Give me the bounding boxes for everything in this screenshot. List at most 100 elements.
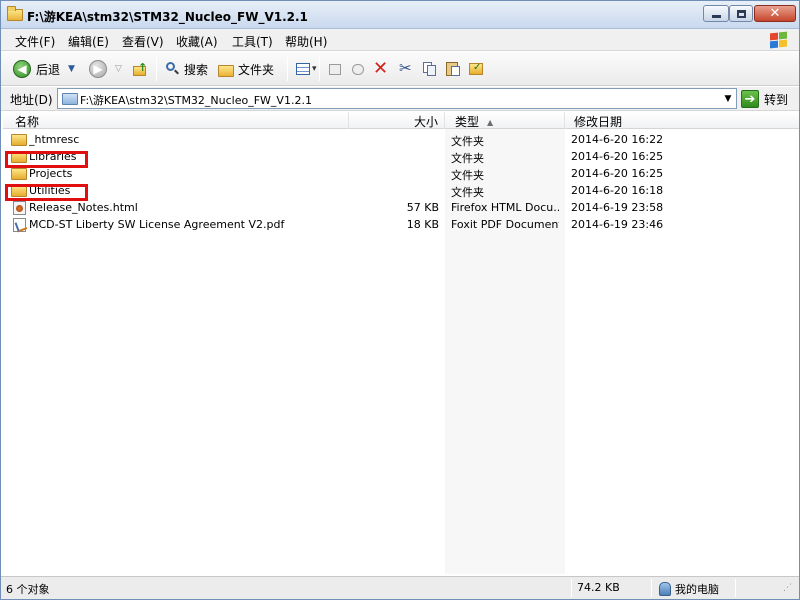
file-type: 文件夹 — [451, 152, 484, 165]
list-item[interactable]: Libraries 文件夹 2014-6-20 16:25 — [3, 148, 799, 165]
maximize-button[interactable] — [729, 5, 753, 22]
properties-button[interactable]: ✓ — [468, 59, 484, 79]
back-history-dropdown[interactable]: ▼ — [68, 59, 75, 79]
paste-icon — [445, 61, 461, 77]
menu-edit[interactable]: 编辑(E) — [68, 33, 109, 50]
html-file-icon — [13, 201, 26, 215]
folder-up-icon: ↑ — [132, 61, 148, 77]
address-path: F:\游KEA\stm32\STM32_Nucleo_FW_V1.2.1 — [80, 94, 312, 107]
search-label: 搜索 — [184, 62, 209, 77]
close-button[interactable]: ✕ — [754, 5, 796, 22]
column-header-type[interactable]: 类型 ▲ — [445, 112, 565, 129]
list-item[interactable]: _htmresc 文件夹 2014-6-20 16:22 — [3, 131, 799, 148]
up-folder-button[interactable]: ↑ — [132, 59, 148, 79]
scissors-icon: ✂ — [399, 59, 412, 77]
menu-bar: 文件(F) 编辑(E) 查看(V) 收藏(A) 工具(T) 帮助(H) — [1, 29, 799, 51]
back-arrow-icon: ◀ — [13, 60, 31, 78]
menu-tools[interactable]: 工具(T) — [232, 33, 273, 50]
column-type-label: 类型 — [455, 115, 480, 129]
file-name: MCD-ST Liberty SW License Agreement V2.p… — [29, 218, 285, 231]
file-type: Firefox HTML Docu... — [451, 201, 559, 214]
file-name: Release_Notes.html — [29, 201, 138, 214]
column-modified-label: 修改日期 — [574, 115, 623, 129]
file-modified: 2014-6-20 16:18 — [571, 184, 664, 197]
menu-view[interactable]: 查看(V) — [122, 33, 164, 50]
menu-help[interactable]: 帮助(H) — [285, 33, 327, 50]
list-item[interactable]: Projects 文件夹 2014-6-20 16:25 — [3, 165, 799, 182]
address-bar: 地址(D) F:\游KEA\stm32\STM32_Nucleo_FW_V1.2… — [1, 87, 799, 111]
column-header-size[interactable]: 大小 — [349, 112, 445, 129]
window-title: F:\游KEA\stm32\STM32_Nucleo_FW_V1.2.1 — [27, 10, 308, 24]
search-icon — [164, 61, 180, 77]
cut-button[interactable]: ✂ — [398, 59, 414, 79]
file-type: 文件夹 — [451, 186, 484, 199]
file-modified: 2014-6-20 16:25 — [571, 167, 664, 180]
status-size: 74.2 KB — [577, 581, 620, 594]
file-list[interactable]: 名称 大小 类型 ▲ 修改日期 _htmresc 文件夹 2014-6-20 16… — [3, 112, 799, 574]
resize-grip-icon[interactable]: ⋰ — [783, 583, 792, 593]
copy-button[interactable] — [421, 59, 437, 79]
menu-file[interactable]: 文件(F) — [15, 33, 55, 50]
address-input[interactable]: F:\游KEA\stm32\STM32_Nucleo_FW_V1.2.1 ▼ — [57, 88, 737, 109]
copy-to-button[interactable] — [350, 59, 366, 79]
list-header: 名称 大小 类型 ▲ 修改日期 — [3, 112, 799, 129]
folders-label: 文件夹 — [238, 62, 275, 77]
folder-icon — [62, 93, 78, 105]
folders-button[interactable]: 文件夹 — [218, 59, 274, 79]
minimize-icon — [711, 14, 721, 18]
windows-logo-icon — [765, 30, 791, 50]
highlight-box-utilities — [5, 184, 88, 201]
chevron-down-icon: ▽ — [115, 64, 122, 74]
properties-icon: ✓ — [468, 61, 484, 77]
list-item[interactable]: Release_Notes.html 57 KB Firefox HTML Do… — [3, 199, 799, 216]
list-item[interactable]: MCD-ST Liberty SW License Agreement V2.p… — [3, 216, 799, 233]
paste-button[interactable] — [445, 59, 461, 79]
list-item[interactable]: Utilities 文件夹 2014-6-20 16:18 — [3, 182, 799, 199]
file-modified: 2014-6-20 16:22 — [571, 133, 664, 146]
close-icon: ✕ — [769, 6, 781, 21]
copy-icon — [421, 61, 437, 77]
chevron-down-icon[interactable]: ▼ — [722, 92, 734, 106]
pdf-file-icon — [13, 218, 26, 232]
copy-to-icon — [350, 61, 366, 77]
my-computer-icon — [659, 582, 671, 596]
column-size-label: 大小 — [413, 115, 438, 129]
forward-arrow-icon: ▶ — [89, 60, 107, 78]
folder-icon — [11, 168, 27, 180]
forward-history-dropdown[interactable]: ▽ — [115, 59, 122, 79]
folder-icon — [218, 64, 234, 77]
delete-icon: ✕ — [373, 58, 389, 79]
go-label: 转到 — [764, 92, 789, 107]
title-bar[interactable]: F:\游KEA\stm32\STM32_Nucleo_FW_V1.2.1 ✕ — [1, 1, 799, 29]
menu-favorites[interactable]: 收藏(A) — [176, 33, 218, 50]
status-object-count: 6 个对象 — [6, 583, 50, 596]
status-bar: 6 个对象 74.2 KB 我的电脑 ⋰ — [1, 576, 799, 599]
delete-button[interactable]: ✕ — [373, 58, 389, 79]
file-size: 57 KB — [406, 201, 439, 214]
column-header-name[interactable]: 名称 — [3, 112, 349, 129]
file-size: 18 KB — [406, 218, 439, 231]
toolbar: ◀ 后退 ▼ ▶ ▽ ↑ 搜索 文件夹 ▾ ✕ ✂ ✓ — [1, 52, 799, 86]
folder-icon — [7, 6, 23, 21]
forward-button[interactable]: ▶ — [89, 59, 107, 79]
file-type: 文件夹 — [451, 169, 484, 182]
column-name-label: 名称 — [15, 115, 40, 129]
move-to-button[interactable] — [327, 59, 343, 79]
minimize-button[interactable] — [703, 5, 729, 22]
chevron-down-icon: ▾ — [312, 64, 317, 74]
back-label: 后退 — [36, 62, 61, 77]
arrow-right-icon: ➔ — [741, 90, 759, 108]
file-name: Projects — [29, 167, 73, 180]
go-button[interactable]: ➔ 转到 — [741, 89, 795, 109]
move-to-icon — [327, 61, 343, 77]
file-modified: 2014-6-19 23:58 — [571, 201, 664, 214]
column-header-modified[interactable]: 修改日期 — [565, 112, 799, 129]
file-modified: 2014-6-19 23:46 — [571, 218, 664, 231]
status-location-label: 我的电脑 — [675, 583, 719, 596]
file-type: Foxit PDF Document — [451, 218, 559, 231]
status-location: 我的电脑 — [659, 581, 719, 597]
search-button[interactable]: 搜索 — [164, 59, 208, 79]
back-button[interactable]: ◀ 后退 — [13, 59, 60, 79]
views-button[interactable]: ▾ — [295, 59, 317, 79]
explorer-window: F:\游KEA\stm32\STM32_Nucleo_FW_V1.2.1 ✕ 文… — [0, 0, 800, 600]
